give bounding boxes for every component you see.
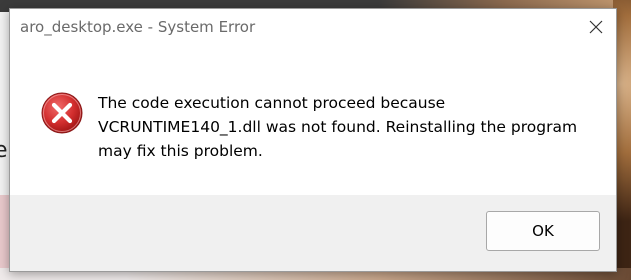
error-message-line: VCRUNTIME140_1.dll was not found. Reinst… [98,118,578,136]
system-error-dialog: aro_desktop.exe - System Error The code … [9,8,617,272]
error-message-line: may fix this problem. [98,142,263,160]
background-left-glyph: e [0,138,8,163]
dialog-title: aro_desktop.exe - System Error [20,18,256,36]
error-icon [41,92,83,134]
error-message-line: The code execution cannot proceed becaus… [98,94,446,112]
error-message: The code execution cannot proceed becaus… [98,91,578,163]
close-icon [589,20,603,34]
ok-button[interactable]: OK [486,211,600,251]
dialog-content: The code execution cannot proceed becaus… [10,45,616,195]
background-top-strip [0,0,631,8]
dialog-footer: OK [10,195,616,271]
dialog-titlebar[interactable]: aro_desktop.exe - System Error [10,9,616,45]
close-button[interactable] [576,9,616,45]
